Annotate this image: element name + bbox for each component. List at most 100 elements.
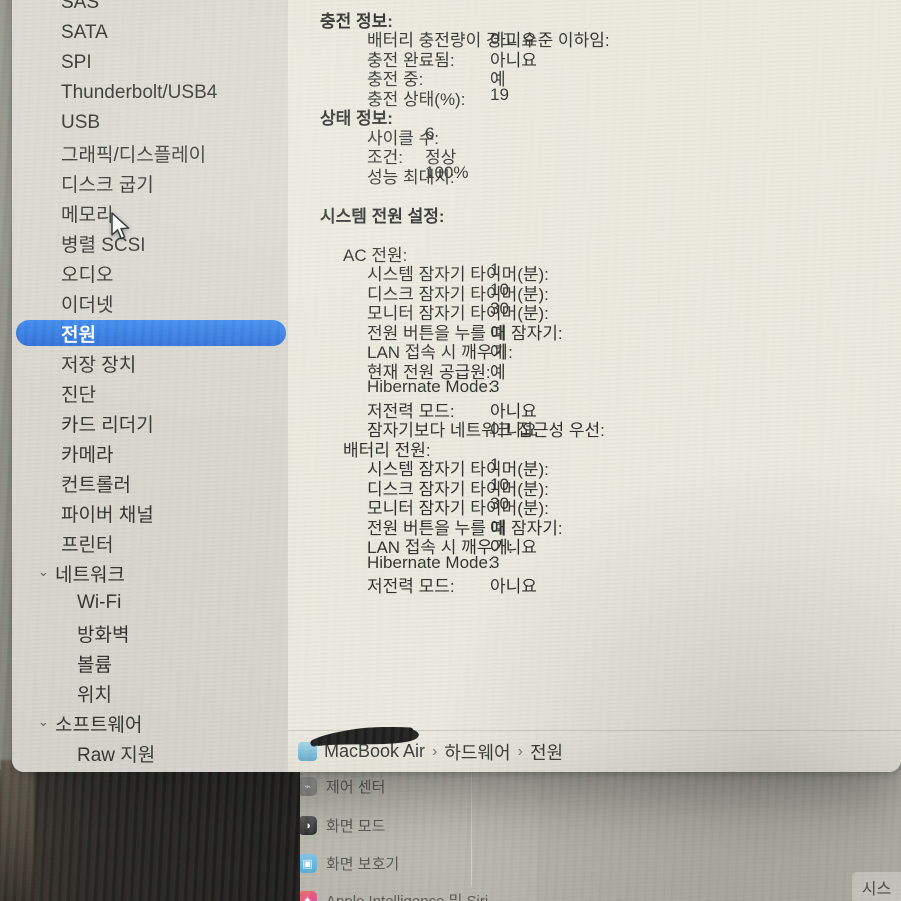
charge-info-section: 배터리 충전량이 경고 수준 이하임: 아니요 충전 완료됨: 아니요 충전 중: 예 충전…	[288, 26, 901, 109]
background-window-button[interactable]: 시스	[852, 872, 901, 901]
sidebar-item-label: 카드 리더기	[61, 414, 154, 436]
sidebar-item-진단[interactable]: 진단	[12, 378, 288, 408]
sidebar-item-label: 오디오	[61, 264, 114, 286]
sidebar[interactable]: BluetoothFireWireNVMExpressPCISASSATASPI…	[12, 0, 288, 772]
detail-row-value: 100%	[425, 162, 469, 182]
system-information-window[interactable]: BluetoothFireWireNVMExpressPCISASSATASPI…	[12, 0, 901, 772]
detail-row: 저전력 모드: 아니요	[288, 397, 901, 421]
bg-item-appearance[interactable]: ◑ 화면 모드	[298, 815, 385, 836]
sidebar-item-저장-장치[interactable]: 저장 장치	[12, 348, 288, 378]
sidebar-item-프린터[interactable]: 프린터	[12, 528, 288, 558]
sidebar-item-label: Thunderbolt/USB4	[61, 82, 218, 103]
sidebar-item-label: 그래픽/디스플레이	[61, 144, 207, 166]
sidebar-item-label: SATA	[61, 22, 108, 43]
sidebar-item-label: 방화벽	[77, 624, 130, 646]
sidebar-item-디스크-굽기[interactable]: 디스크 굽기	[12, 168, 288, 198]
sidebar-item-네트워크[interactable]: ⌄ 네트워크	[12, 558, 288, 588]
sidebar-item-label: SAS	[61, 0, 100, 13]
detail-row: Hibernate Mode: 3	[288, 553, 901, 573]
sidebar-item-소프트웨어[interactable]: ⌄ 소프트웨어	[12, 708, 288, 738]
sidebar-item-sas[interactable]: SAS	[12, 0, 288, 18]
detail-row: 배터리 충전량이 경고 수준 이하임: 아니요	[288, 26, 901, 50]
bg-item-screensaver[interactable]: ▣ 화면 보호기	[298, 853, 399, 874]
bg-item-apple-intelligence[interactable]: ✦ Apple Intelligence 및 Siri	[298, 890, 488, 901]
sidebar-item-병렬-scsi[interactable]: 병렬 SCSI	[12, 228, 288, 258]
sidebar-item-raw-지원[interactable]: Raw 지원	[12, 738, 288, 768]
chevron-down-icon[interactable]: ⌄	[38, 564, 54, 580]
sidebar-item-label: Wi-Fi	[77, 592, 122, 613]
device-icon	[298, 742, 317, 761]
background-window-divider	[471, 766, 472, 886]
detail-row-value: 10	[490, 474, 509, 494]
sidebar-item-label: SPI	[61, 52, 92, 73]
health-info-section: 사이클 수: 6 조건: 정상 성능 최대치: 100%	[288, 124, 901, 187]
detail-row-value: 아니요	[490, 577, 537, 596]
detail-row: 조건: 정상	[288, 143, 901, 167]
detail-row-value: 19	[490, 84, 509, 104]
sidebar-item-sata[interactable]: SATA	[12, 18, 288, 48]
chevron-down-icon[interactable]: ⌄	[38, 714, 54, 730]
detail-row: 현재 전원 공급원: 예	[288, 358, 901, 382]
sidebar-item-spi[interactable]: SPI	[12, 48, 288, 78]
background-system-settings-window[interactable]: ⌁ 제어 센터 ◑ 화면 모드 ▣ 화면 보호기 ✦ Apple Intelli…	[282, 762, 901, 901]
detail-row: 사이클 수: 6	[288, 124, 901, 148]
breadcrumb-separator-2: ›	[517, 742, 523, 760]
sidebar-item-카드-리더기[interactable]: 카드 리더기	[12, 408, 288, 438]
charge-info-heading: 충전 정보:	[320, 11, 393, 31]
detail-row-value: 1	[490, 455, 500, 474]
breadcrumb-section[interactable]: 하드웨어	[444, 739, 510, 765]
sidebar-item-wi-fi[interactable]: Wi-Fi	[12, 588, 288, 618]
detail-row: 잠자기보다 네트워크 접근성 우선: 아니요	[288, 416, 901, 440]
sidebar-item-label: 카메라	[61, 444, 114, 466]
detail-row: 성능 최대치: 100%	[288, 162, 901, 187]
sidebar-item-전원[interactable]: 전원	[12, 318, 288, 348]
sidebar-item-카메라[interactable]: 카메라	[12, 438, 288, 468]
detail-row: LAN 접속 시 깨우기: 아니요	[288, 533, 901, 557]
sidebar-list: BluetoothFireWireNVMExpressPCISASSATASPI…	[12, 0, 288, 772]
detail-row-value: 10	[490, 279, 509, 299]
sidebar-item-이더넷[interactable]: 이더넷	[12, 288, 288, 318]
detail-row-label: Hibernate Mode:	[367, 377, 493, 396]
sidebar-item-메모리[interactable]: 메모리	[12, 198, 288, 228]
breadcrumb-device[interactable]: MacBook Air	[324, 741, 425, 762]
sidebar-item-label: 네트워크	[55, 564, 125, 586]
sidebar-item-파이버-채널[interactable]: 파이버 채널	[12, 498, 288, 528]
sidebar-item-오디오[interactable]: 오디오	[12, 258, 288, 288]
detail-row: 충전 완료됨: 아니요	[288, 46, 901, 70]
detail-row-value: 3	[490, 377, 500, 396]
detail-row: 모니터 잠자기 타이머(분): 30	[288, 494, 901, 518]
sidebar-item-컨트롤러[interactable]: 컨트롤러	[12, 468, 288, 498]
bg-item-label: 화면 모드	[326, 818, 386, 835]
sidebar-item-label: 위치	[77, 684, 112, 706]
detail-row-value: 1	[490, 260, 500, 279]
sidebar-item-label: 파이버 채널	[61, 504, 154, 526]
sidebar-item-thunderbolt-usb4[interactable]: Thunderbolt/USB4	[12, 78, 288, 108]
breadcrumb[interactable]: MacBook Air › 하드웨어 › 전원	[288, 727, 901, 772]
sidebar-item-개발자[interactable]: 개발자	[12, 768, 288, 772]
detail-row-label: 저전력 모드:	[367, 577, 455, 596]
sidebar-item-label: 소프트웨어	[55, 714, 143, 736]
breadcrumb-page[interactable]: 전원	[530, 739, 563, 765]
detail-row: 전원 버튼을 누를 때 잠자기: 예	[288, 319, 901, 343]
detail-row-label: Hibernate Mode:	[367, 552, 493, 572]
sidebar-item-label: USB	[61, 112, 101, 133]
detail-row-label: 셀 개정:	[343, 0, 399, 2]
sidebar-item-위치[interactable]: 위치	[12, 678, 288, 708]
detail-row: 모니터 잠자기 타이머(분): 30	[288, 299, 901, 323]
sidebar-item-label: 컨트롤러	[61, 474, 131, 496]
sidebar-item-label: 디스크 굽기	[61, 174, 154, 196]
sidebar-item-볼륨[interactable]: 볼륨	[12, 648, 288, 678]
detail-row: 전원 버튼을 누를 때 잠자기: 예	[288, 514, 901, 538]
sidebar-item-label: 병렬 SCSI	[61, 234, 146, 256]
screensaver-icon: ▣	[298, 854, 317, 873]
battery-power-section: 시스템 잠자기 타이머(분): 1 디스크 잠자기 타이머(분): 10 모니터 잠자기…	[288, 455, 901, 596]
sidebar-item-그래픽-디스플레이[interactable]: 그래픽/디스플레이	[12, 138, 288, 168]
detail-row: 시스템 잠자기 타이머(분): 1	[288, 455, 901, 479]
bg-item-control-center[interactable]: ⌁ 제어 센터	[298, 776, 385, 797]
sidebar-item-label: Raw 지원	[77, 744, 156, 766]
apple-intelligence-icon: ✦	[298, 891, 317, 901]
sidebar-item-label: 프린터	[61, 534, 114, 556]
sidebar-item-usb[interactable]: USB	[12, 108, 288, 138]
sidebar-item-방화벽[interactable]: 방화벽	[12, 618, 288, 648]
battery-power-heading: 배터리 전원:	[343, 440, 431, 460]
